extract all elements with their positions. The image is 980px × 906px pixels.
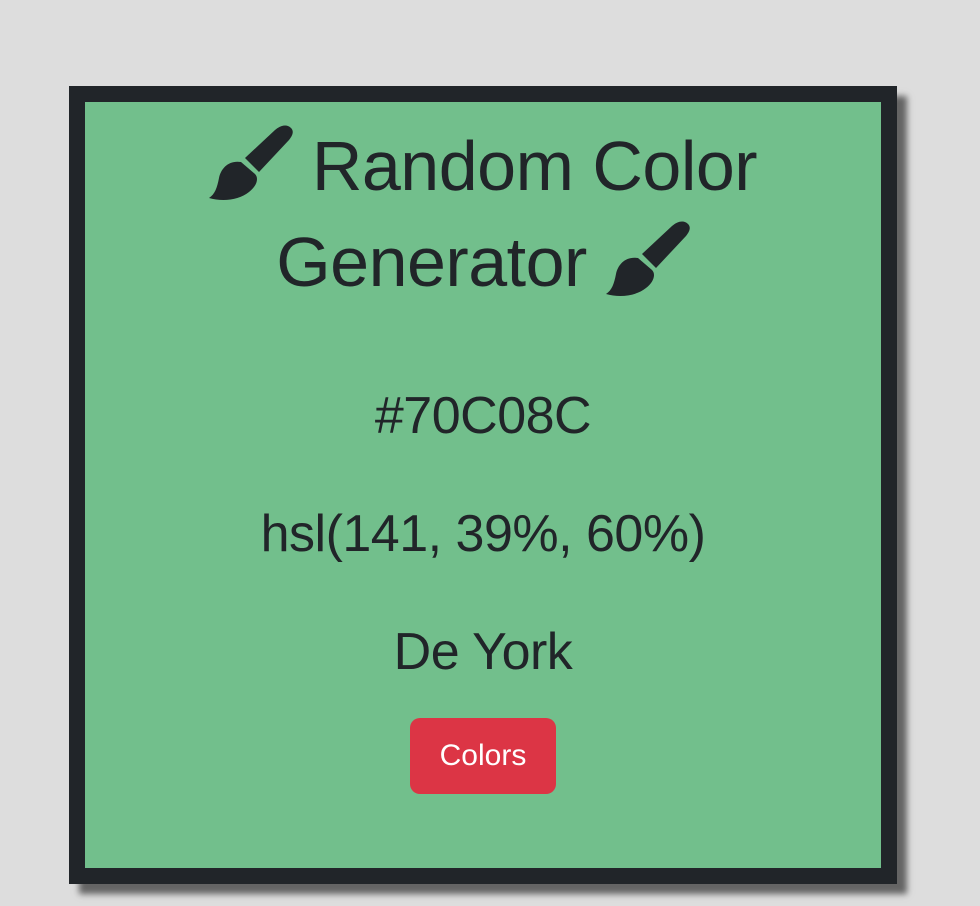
hex-value: #70C08C bbox=[374, 387, 592, 445]
hsl-value: hsl(141, 39%, 60%) bbox=[260, 505, 706, 563]
color-card: Random Color Generator #70C08C hsl(141, … bbox=[69, 86, 897, 884]
colors-button[interactable]: Colors bbox=[410, 718, 556, 794]
color-name: De York bbox=[393, 623, 573, 681]
title-line-1: Random Color bbox=[311, 127, 758, 205]
paint-brush-icon bbox=[208, 124, 293, 204]
paint-brush-icon bbox=[605, 220, 690, 300]
title-line-2: Generator bbox=[276, 223, 587, 301]
page-title: Random Color Generator bbox=[85, 102, 881, 310]
